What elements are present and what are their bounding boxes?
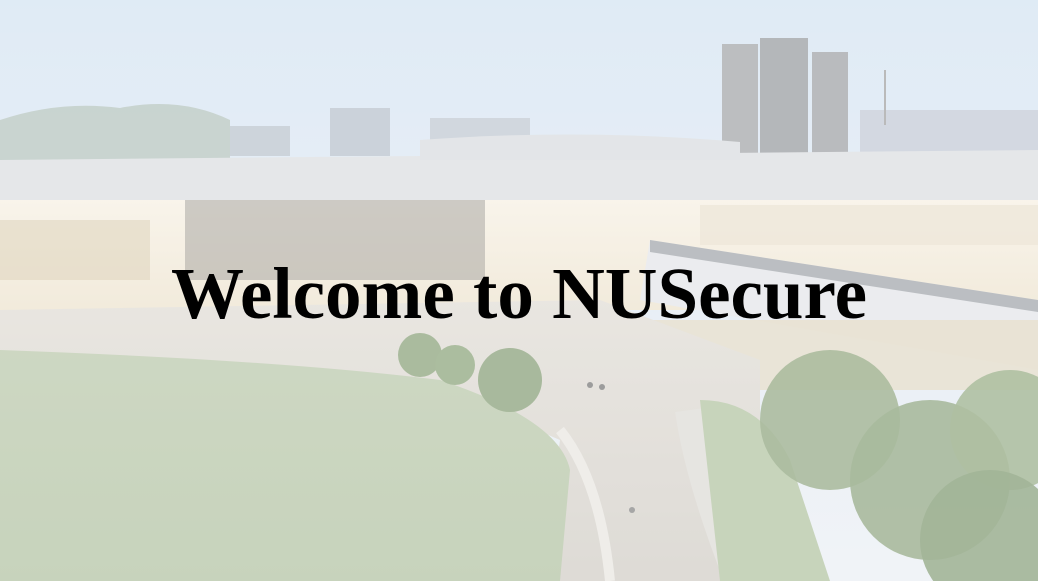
welcome-page: Welcome to NUSecure	[0, 0, 1038, 581]
welcome-title: Welcome to NUSecure	[171, 253, 867, 334]
